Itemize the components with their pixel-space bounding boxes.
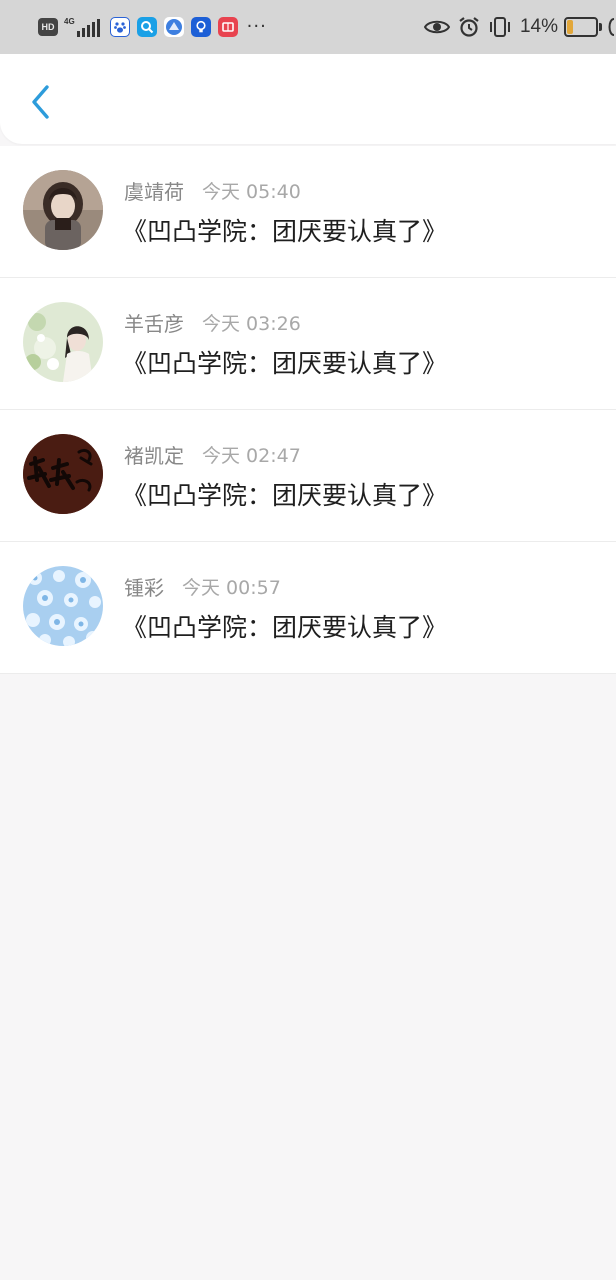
browser-app-icon	[163, 17, 184, 37]
message-time: 今天 05:40	[202, 180, 301, 203]
avatar-girl-dark-icon	[23, 170, 103, 250]
message-list: 虞靖荷 今天 05:40 《凹凸学院：团厌要认真了》 羊舌彦 今天 03:26	[0, 146, 616, 674]
battery-fill	[567, 20, 573, 34]
message-text[interactable]: 《凹凸学院：团厌要认真了》	[122, 212, 447, 248]
sender-name[interactable]: 虞靖荷	[124, 176, 184, 205]
search-app-icon	[136, 17, 157, 37]
sender-name[interactable]: 褚凯定	[124, 440, 184, 469]
message-text[interactable]: 《凹凸学院：团厌要认真了》	[122, 476, 447, 512]
message-meta: 锺彩 今天 00:57	[124, 572, 281, 600]
sender-name[interactable]: 羊舌彦	[124, 308, 184, 337]
list-item[interactable]: 褚凯定 今天 02:47 《凹凸学院：团厌要认真了》	[0, 410, 616, 542]
divider	[0, 673, 616, 674]
message-text[interactable]: 《凹凸学院：团厌要认真了》	[122, 344, 447, 380]
partial-status-icon	[606, 17, 616, 37]
avatar-snowflakes-icon	[23, 566, 103, 646]
status-bar-left: HD 4G ···	[38, 14, 267, 40]
avatar[interactable]	[23, 302, 103, 382]
list-item[interactable]: 虞靖荷 今天 05:40 《凹凸学院：团厌要认真了》	[0, 146, 616, 278]
list-item[interactable]: 锺彩 今天 00:57 《凹凸学院：团厌要认真了》	[0, 542, 616, 674]
avatar-calligraphy-icon	[23, 434, 103, 514]
message-time: 今天 02:47	[202, 444, 301, 467]
message-text[interactable]: 《凹凸学院：团厌要认真了》	[122, 608, 447, 644]
bulb-app-icon	[190, 17, 211, 37]
message-meta: 褚凯定 今天 02:47	[124, 440, 301, 468]
eye-icon	[423, 18, 450, 36]
hd-badge: HD	[38, 18, 58, 36]
battery-percent: 14%	[519, 16, 558, 37]
signal-strength-icon: 4G	[64, 17, 102, 37]
status-bar-right: 14%	[423, 14, 616, 40]
message-meta: 羊舌彦 今天 03:26	[124, 308, 301, 336]
sender-name[interactable]: 锺彩	[124, 572, 164, 601]
top-nav-bar	[0, 54, 616, 144]
battery-icon	[564, 17, 602, 37]
book-app-icon	[217, 17, 238, 37]
message-meta: 虞靖荷 今天 05:40	[124, 176, 301, 204]
avatar[interactable]	[23, 566, 103, 646]
chevron-left-icon	[32, 85, 49, 119]
message-time: 今天 03:26	[202, 312, 301, 335]
avatar-girl-flowers-icon	[23, 302, 103, 382]
alarm-icon	[458, 16, 480, 38]
more-notifications-icon: ···	[246, 16, 267, 37]
avatar[interactable]	[23, 170, 103, 250]
avatar[interactable]	[23, 434, 103, 514]
message-time: 今天 00:57	[182, 576, 281, 599]
back-button[interactable]	[20, 82, 60, 122]
status-bar: HD 4G ··· 14%	[0, 0, 616, 54]
vibrate-icon	[488, 16, 512, 38]
network-type: 4G	[64, 17, 75, 26]
baidu-paw-icon	[109, 17, 130, 37]
list-item[interactable]: 羊舌彦 今天 03:26 《凹凸学院：团厌要认真了》	[0, 278, 616, 410]
